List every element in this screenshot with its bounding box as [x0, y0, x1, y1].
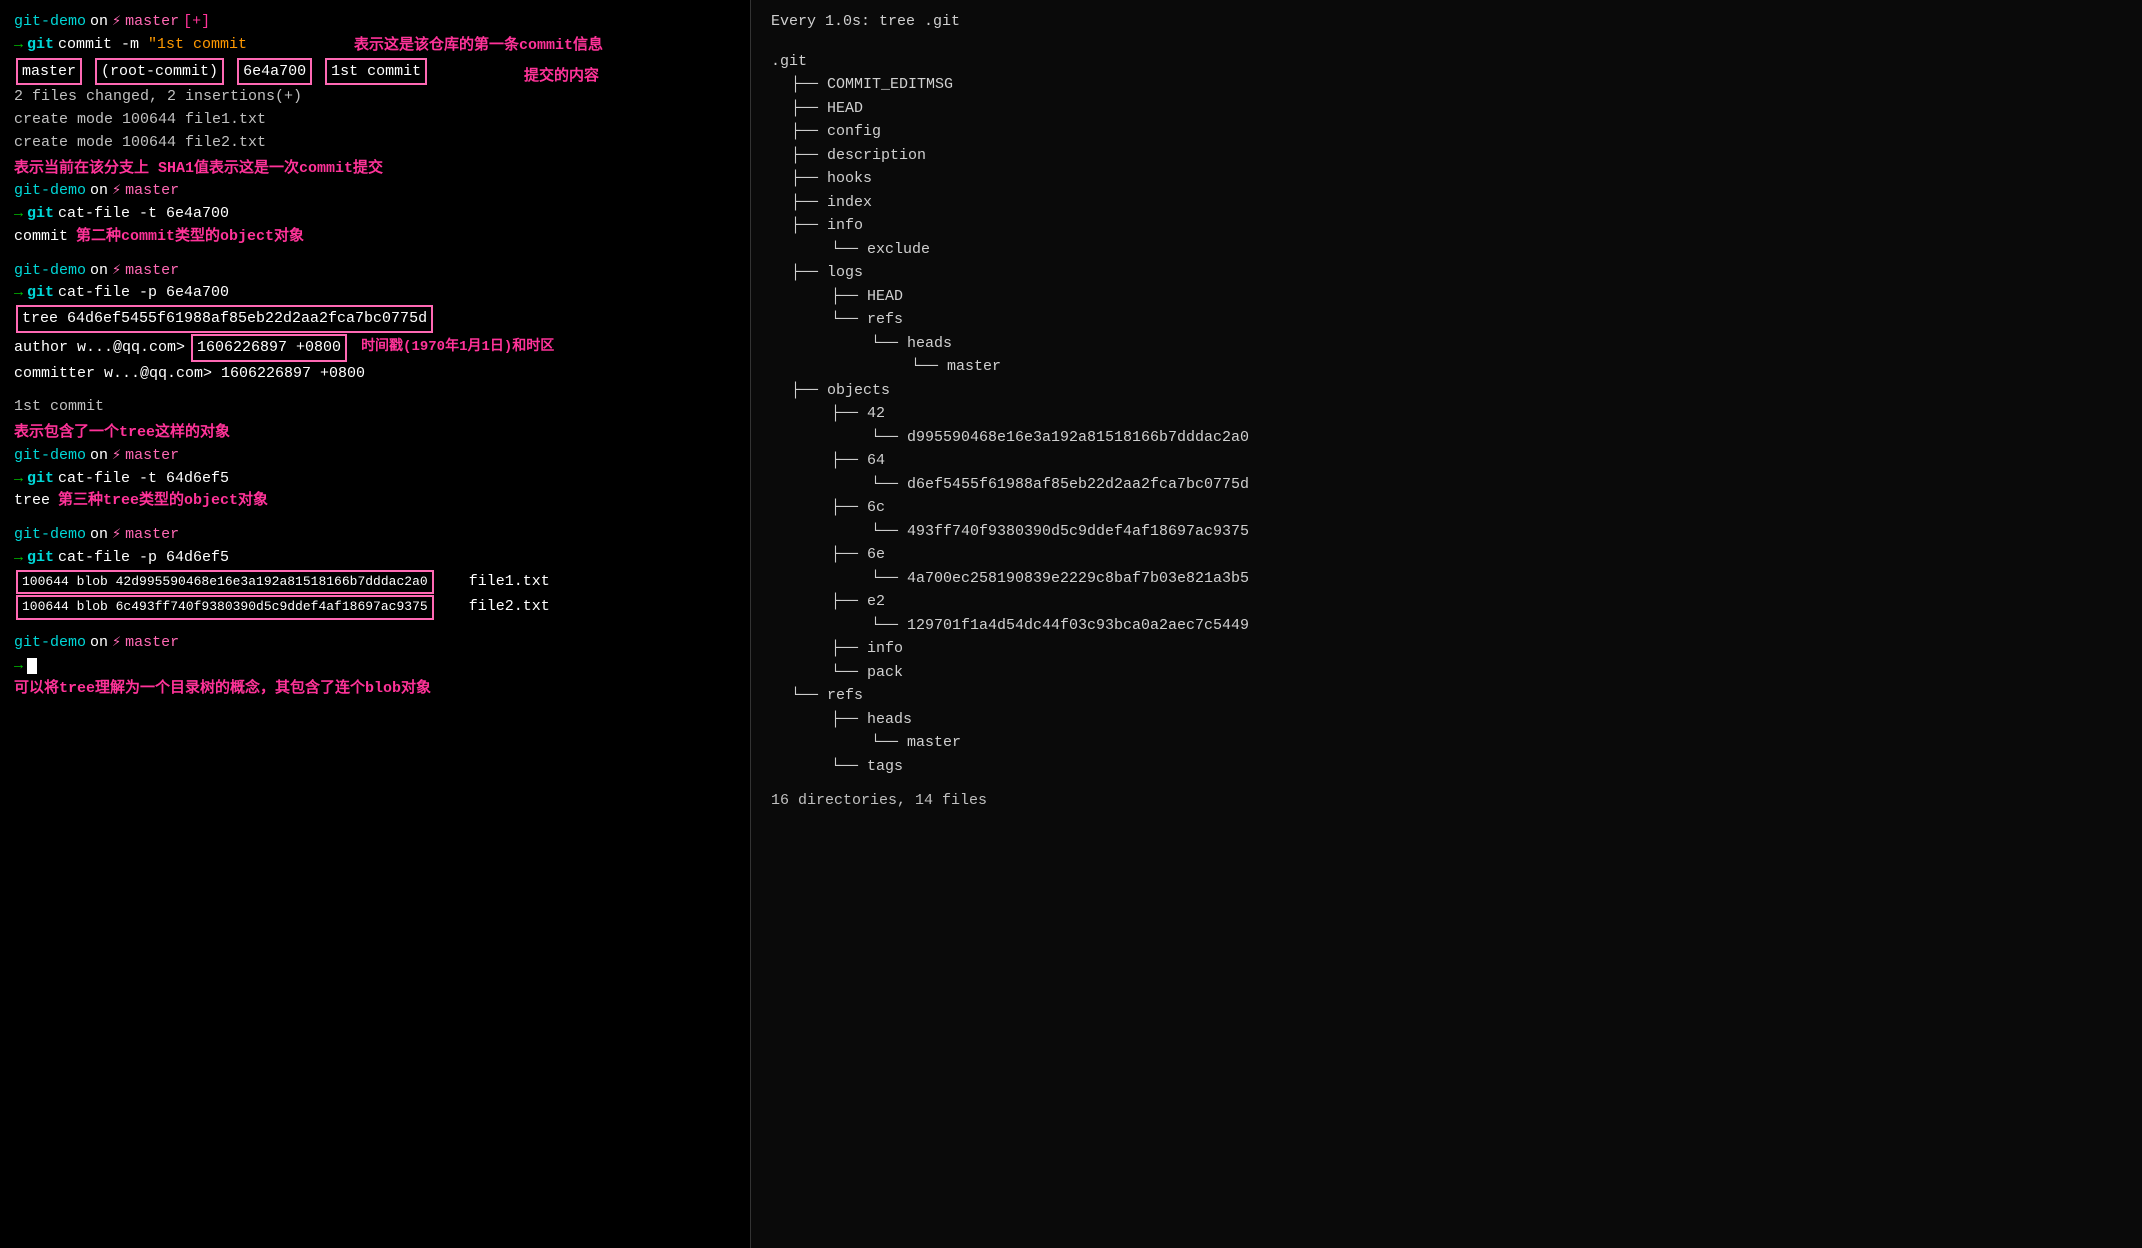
- tree-objects-6e: ├── 6e: [771, 544, 2122, 567]
- tree-description: ├── description: [771, 145, 2122, 168]
- right-terminal: Every 1.0s: tree .git .git ├── COMMIT_ED…: [750, 0, 2142, 1248]
- tree-logs-head: ├── HEAD: [771, 286, 2122, 309]
- annotation-tree-type: 第三种tree类型的object对象: [58, 490, 268, 512]
- cmd-cat-file-t: → git cat-file -t 6e4a700: [14, 203, 736, 225]
- blob-line-2: 100644 blob 6c493ff740f9380390d5c9ddef4a…: [14, 595, 736, 620]
- tree-objects-e2-hash: └── 129701f1a4d54dc44f03c93bca0a2aec7c54…: [771, 615, 2122, 638]
- tree-index: ├── index: [771, 192, 2122, 215]
- tree-info: ├── info: [771, 215, 2122, 238]
- cmd-line-commit: → git commit -m "1st commit: [14, 34, 736, 56]
- tree-objects-info: ├── info: [771, 638, 2122, 661]
- username-1: git-demo: [14, 11, 86, 33]
- annotation-branch-sha: 表示当前在该分支上 SHA1值表示这是一次commit提交: [14, 158, 736, 180]
- tree-logs-refs-heads: └── heads: [771, 333, 2122, 356]
- tree-root: .git: [771, 51, 2122, 74]
- prompt-line-4: git-demo on ⚡ master: [14, 445, 736, 467]
- author-line: author w...@qq.com> 1606226897 +0800 时间戳…: [14, 334, 736, 362]
- tree-objects-42-hash: └── d995590468e16e3a192a81518166b7dddac2…: [771, 427, 2122, 450]
- tree-exclude: └── exclude: [771, 239, 2122, 262]
- tree-objects: ├── objects: [771, 380, 2122, 403]
- tree-hash-line: tree 64d6ef5455f61988af85eb22d2aa2fca7bc…: [14, 305, 736, 333]
- annotation-tree-concept: 可以将tree理解为一个目录树的概念，其包含了连个blob对象: [14, 678, 736, 700]
- commit-args: commit -m "1st commit: [58, 34, 247, 56]
- tree-objects-pack: └── pack: [771, 662, 2122, 685]
- watch-header: Every 1.0s: tree .git: [771, 11, 2122, 34]
- create-file1: create mode 100644 file1.txt: [14, 109, 736, 131]
- tree-type-output: tree 第三种tree类型的object对象: [14, 490, 736, 512]
- master-box: master: [16, 58, 82, 86]
- tree-config: ├── config: [771, 121, 2122, 144]
- tree-commit-editmsg: ├── COMMIT_EDITMSG: [771, 74, 2122, 97]
- commit-msg-box: 1st commit: [325, 58, 427, 86]
- sha-box: 6e4a700: [237, 58, 312, 86]
- cursor: [27, 658, 37, 674]
- prompt-line-1: git-demo on ⚡ master [+]: [14, 11, 736, 33]
- left-terminal: git-demo on ⚡ master [+] → git commit -m…: [0, 0, 750, 1248]
- on-label-1: on: [90, 11, 108, 33]
- committer-line: committer w...@qq.com> 1606226897 +0800: [14, 363, 736, 385]
- prompt-line-2: git-demo on ⚡ master: [14, 180, 736, 202]
- tree-refs-heads: ├── heads: [771, 709, 2122, 732]
- tree-logs-refs: └── refs: [771, 309, 2122, 332]
- tree-logs-refs-heads-master: └── master: [771, 356, 2122, 379]
- tree-objects-64: ├── 64: [771, 450, 2122, 473]
- blob-line-1: 100644 blob 42d995590468e16e3a192a815181…: [14, 570, 736, 595]
- branch-name-1: master: [125, 11, 179, 33]
- final-prompt-line: →: [14, 655, 736, 677]
- tree-refs-tags: └── tags: [771, 756, 2122, 779]
- tree-objects-6c: ├── 6c: [771, 497, 2122, 520]
- arrow-1: →: [14, 34, 23, 56]
- annotation-tree-object: 表示包含了一个tree这样的对象: [14, 422, 736, 444]
- tree-objects-6e-hash: └── 4a700ec258190839e2229c8baf7b03e821a3…: [771, 568, 2122, 591]
- tree-objects-42: ├── 42: [771, 403, 2122, 426]
- prompt-line-3: git-demo on ⚡ master: [14, 260, 736, 282]
- cmd-cat-file-p2: → git cat-file -p 64d6ef5: [14, 547, 736, 569]
- commit-result-line: master (root-commit) 6e4a700 1st commit: [14, 58, 736, 86]
- tree-logs: ├── logs: [771, 262, 2122, 285]
- root-commit-box: (root-commit): [95, 58, 224, 86]
- tree-head: ├── HEAD: [771, 98, 2122, 121]
- tree-refs-heads-master: └── master: [771, 732, 2122, 755]
- tree-objects-64-hash: └── d6ef5455f61988af85eb22d2aa2fca7bc077…: [771, 474, 2122, 497]
- prompt-line-5: git-demo on ⚡ master: [14, 524, 736, 546]
- branch-icon-1: ⚡: [112, 11, 121, 33]
- cmd-cat-file-p: → git cat-file -p 6e4a700: [14, 282, 736, 304]
- commit-type-output: commit 第二种commit类型的object对象: [14, 226, 736, 248]
- git-keyword-1: git: [27, 34, 54, 56]
- tree-hooks: ├── hooks: [771, 168, 2122, 191]
- annotation-commit-type: 第二种commit类型的object对象: [76, 226, 304, 248]
- tree-refs: └── refs: [771, 685, 2122, 708]
- prompt-line-6: git-demo on ⚡ master: [14, 632, 736, 654]
- commit-message-line: 1st commit: [14, 396, 736, 418]
- files-changed: 2 files changed, 2 insertions(+): [14, 86, 736, 108]
- annotation-timestamp: 时间戳(1970年1月1日)和时区: [361, 337, 554, 357]
- plus-indicator: [+]: [183, 11, 210, 33]
- cmd-cat-file-t2: → git cat-file -t 64d6ef5: [14, 468, 736, 490]
- tree-footer: 16 directories, 14 files: [771, 790, 2122, 813]
- tree-objects-6c-hash: └── 493ff740f9380390d5c9ddef4af18697ac93…: [771, 521, 2122, 544]
- tree-objects-e2: ├── e2: [771, 591, 2122, 614]
- create-file2: create mode 100644 file2.txt: [14, 132, 736, 154]
